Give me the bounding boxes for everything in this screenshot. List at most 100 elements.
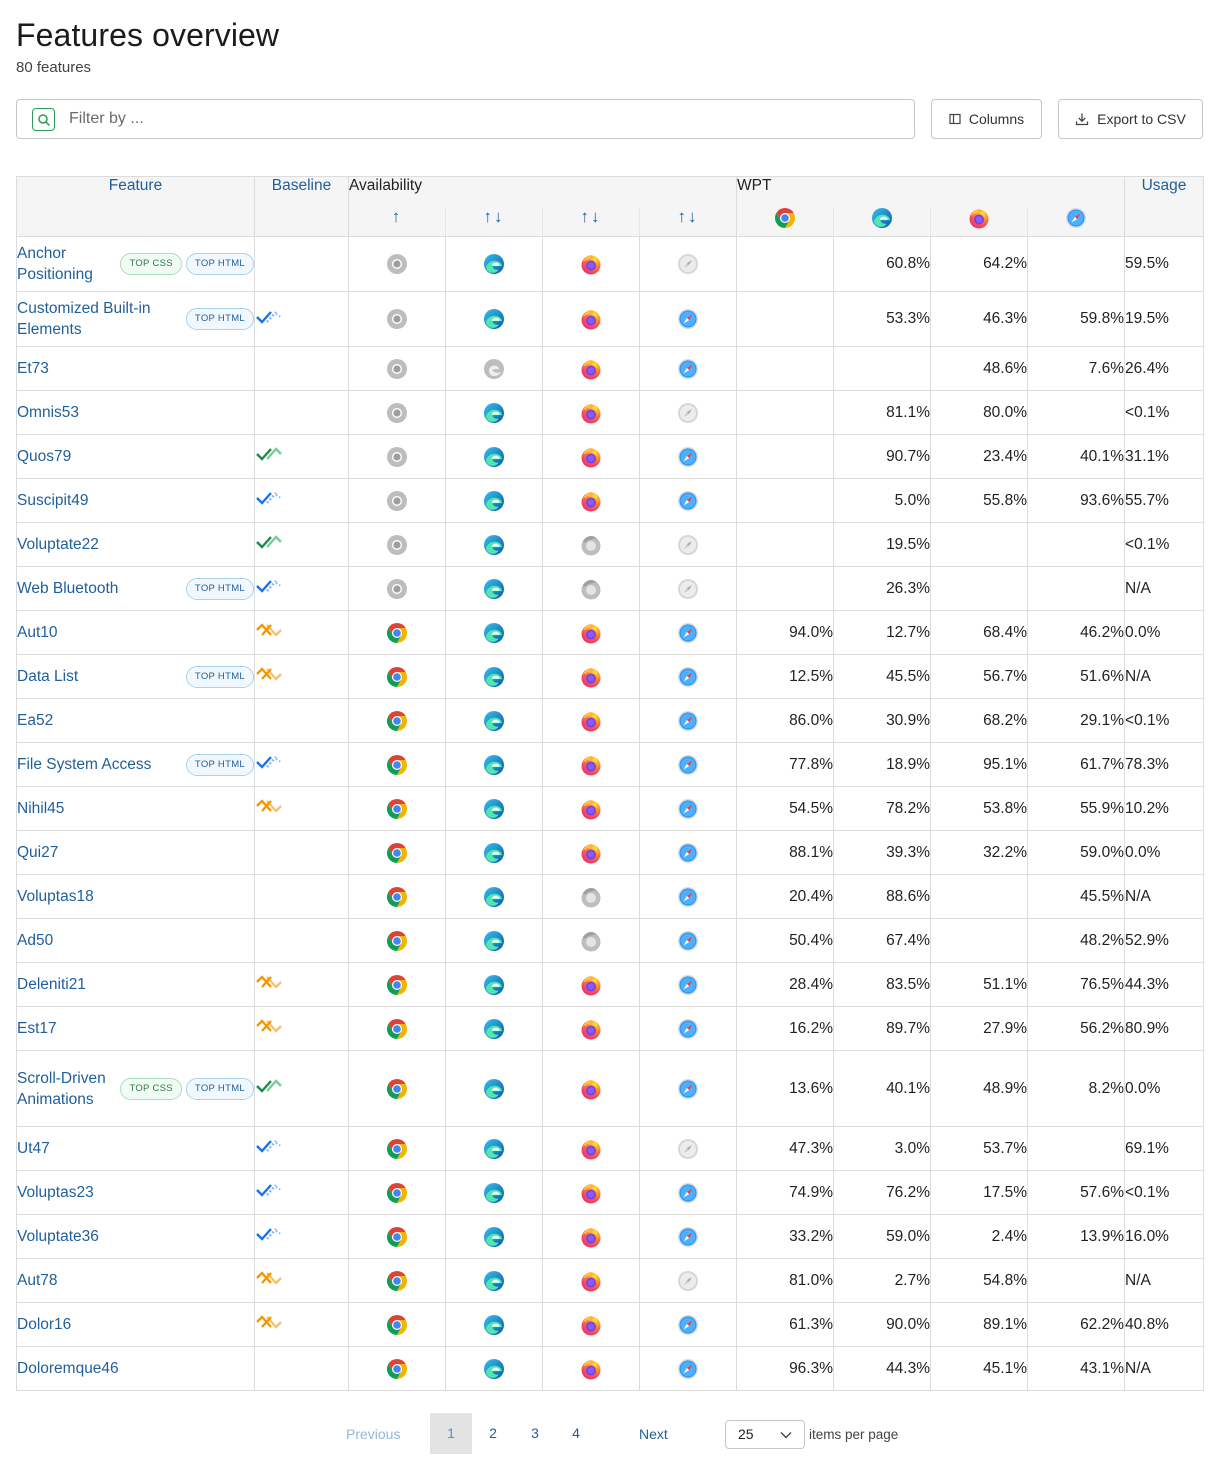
- wpt-edge-header[interactable]: [833, 206, 932, 237]
- search-icon[interactable]: [32, 108, 55, 131]
- feature-link[interactable]: Doloremque46: [17, 1358, 119, 1379]
- availability-sort-safari[interactable]: ↑↓: [638, 206, 738, 237]
- table-row: Dolor16 61.3% 90.0% 89.1% 62.2% 40.8%: [16, 1302, 1205, 1347]
- feature-link[interactable]: Quos79: [17, 446, 71, 467]
- previous-page-button[interactable]: Previous: [346, 1426, 400, 1442]
- availability-safari: [638, 874, 738, 919]
- feature-link[interactable]: Voluptas23: [17, 1182, 94, 1203]
- wpt-score-firefox: 95.1%: [930, 742, 1029, 787]
- wpt-score-safari: 93.6%: [1027, 478, 1126, 523]
- edge-icon: [483, 1314, 505, 1335]
- filter-input[interactable]: [67, 101, 887, 137]
- feature-link[interactable]: Ad50: [17, 930, 53, 951]
- usage-cell: N/A: [1124, 654, 1205, 699]
- wpt-score-chrome: 86.0%: [736, 698, 835, 743]
- baseline-cell: [254, 1170, 349, 1215]
- baseline-limited-icon: [256, 1019, 282, 1033]
- filter-field[interactable]: [16, 99, 915, 139]
- availability-sort-edge[interactable]: ↑↓: [445, 206, 543, 237]
- availability-safari: [638, 434, 738, 479]
- chrome-icon: [386, 534, 408, 555]
- feature-cell: Data List TOP HTML: [16, 654, 255, 699]
- table-row: Aut78 81.0% 2.7% 54.8% N/A: [16, 1258, 1205, 1303]
- availability-firefox: [542, 478, 640, 523]
- edge-icon: [483, 974, 505, 995]
- feature-link[interactable]: Aut10: [17, 622, 58, 643]
- usage-cell: <0.1%: [1124, 390, 1205, 435]
- page-button-3[interactable]: 3: [514, 1413, 556, 1454]
- chrome-icon: [386, 1226, 408, 1247]
- baseline-cell: [254, 1050, 349, 1127]
- column-header-usage[interactable]: Usage: [1124, 176, 1205, 237]
- availability-edge: [445, 742, 543, 787]
- usage-cell: N/A: [1124, 1258, 1205, 1303]
- baseline-cell: [254, 1258, 349, 1303]
- feature-link[interactable]: Nihil45: [17, 798, 64, 819]
- feature-link[interactable]: File System Access: [17, 754, 151, 775]
- availability-edge: [445, 874, 543, 919]
- feature-link[interactable]: Ut47: [17, 1138, 50, 1159]
- availability-sort-chrome[interactable]: ↑: [348, 206, 446, 237]
- availability-edge: [445, 962, 543, 1007]
- wpt-score-edge: 39.3%: [833, 830, 932, 875]
- wpt-safari-header[interactable]: [1027, 206, 1126, 237]
- usage-cell: 0.0%: [1124, 610, 1205, 655]
- chrome-icon: [386, 254, 408, 274]
- chrome-icon: [386, 710, 408, 731]
- feature-link[interactable]: Voluptate22: [17, 534, 99, 555]
- feature-link[interactable]: Est17: [17, 1018, 57, 1039]
- wpt-score-safari: 46.2%: [1027, 610, 1126, 655]
- availability-safari: [638, 918, 738, 963]
- next-page-button[interactable]: Next: [639, 1426, 668, 1442]
- page-button-2[interactable]: 2: [472, 1413, 514, 1454]
- wpt-score-chrome: 94.0%: [736, 610, 835, 655]
- wpt-score-firefox: 89.1%: [930, 1302, 1029, 1347]
- feature-link[interactable]: Voluptas18: [17, 886, 94, 907]
- export-csv-button[interactable]: Export to CSV: [1058, 99, 1203, 139]
- column-header-feature[interactable]: Feature: [16, 176, 255, 237]
- baseline-cell: [254, 874, 349, 919]
- feature-cell: Customized Built-in Elements TOP HTML: [16, 291, 255, 347]
- feature-link[interactable]: Web Bluetooth: [17, 578, 118, 599]
- availability-firefox: [542, 1258, 640, 1303]
- availability-firefox: [542, 1302, 640, 1347]
- table-row: Doloremque46 96.3% 44.3% 45.1% 43.1% N/A: [16, 1346, 1205, 1391]
- availability-sort-firefox[interactable]: ↑↓: [542, 206, 640, 237]
- feature-link[interactable]: Qui27: [17, 842, 58, 863]
- column-header-baseline[interactable]: Baseline: [254, 176, 349, 237]
- page-button-4[interactable]: 4: [555, 1413, 597, 1454]
- edge-icon: [483, 490, 505, 511]
- wpt-score-edge: 78.2%: [833, 786, 932, 831]
- wpt-firefox-header[interactable]: [930, 206, 1029, 237]
- items-per-page-select[interactable]: 25: [725, 1420, 805, 1449]
- feature-link[interactable]: Aut78: [17, 1270, 58, 1291]
- edge-icon: [483, 666, 505, 687]
- feature-link[interactable]: Ea52: [17, 710, 53, 731]
- feature-cell: Quos79: [16, 434, 255, 479]
- page-title: Features overview: [16, 17, 280, 53]
- feature-link[interactable]: Anchor Positioning: [17, 243, 116, 285]
- feature-link[interactable]: Scroll-Driven Animations: [17, 1068, 116, 1110]
- feature-link[interactable]: Omnis53: [17, 402, 79, 423]
- columns-button[interactable]: Columns: [931, 99, 1042, 139]
- wpt-chrome-header[interactable]: [736, 206, 835, 237]
- availability-safari: [638, 1258, 738, 1303]
- feature-link[interactable]: Suscipit49: [17, 490, 89, 511]
- feature-link[interactable]: Voluptate36: [17, 1226, 99, 1247]
- feature-link[interactable]: Customized Built-in Elements: [17, 298, 182, 340]
- availability-chrome: [348, 1050, 446, 1127]
- wpt-score-chrome: 50.4%: [736, 918, 835, 963]
- feature-link[interactable]: Et73: [17, 358, 49, 379]
- availability-chrome: [348, 1258, 446, 1303]
- wpt-score-edge: 81.1%: [833, 390, 932, 435]
- firefox-icon: [580, 755, 602, 775]
- feature-link[interactable]: Dolor16: [17, 1314, 71, 1335]
- feature-link[interactable]: Data List: [17, 666, 78, 687]
- edge-icon: [483, 254, 505, 274]
- availability-edge: [445, 1302, 543, 1347]
- feature-link[interactable]: Deleniti21: [17, 974, 86, 995]
- page-button-1[interactable]: 1: [430, 1413, 472, 1454]
- chrome-icon: [386, 1270, 408, 1291]
- firefox-icon: [580, 359, 602, 379]
- firefox-icon: [580, 447, 602, 467]
